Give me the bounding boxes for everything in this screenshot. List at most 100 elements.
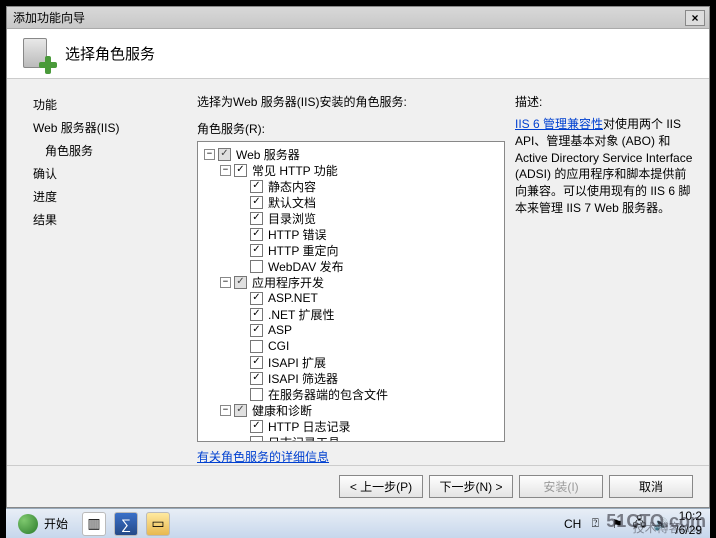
checkbox[interactable]: ✓: [250, 308, 263, 321]
expand-icon[interactable]: −: [220, 277, 231, 288]
checkbox[interactable]: ✓: [250, 324, 263, 337]
description-heading: 描述:: [515, 93, 693, 110]
checkbox[interactable]: ✓: [250, 292, 263, 305]
checkbox[interactable]: ✓: [234, 404, 247, 417]
tree-node[interactable]: ✓ 目录浏览: [198, 210, 504, 226]
checkbox[interactable]: ✓: [250, 228, 263, 241]
checkbox[interactable]: ✓: [234, 164, 247, 177]
tree-label: HTTP 重定向: [268, 242, 338, 259]
role-services-tree[interactable]: −✓Web 服务器−✓常见 HTTP 功能✓静态内容✓默认文档✓目录浏览✓HTT…: [197, 141, 505, 442]
ime-indicator[interactable]: CH: [564, 517, 581, 531]
checkbox[interactable]: [250, 388, 263, 401]
tree-node[interactable]: ✓ ASP.NET: [198, 290, 504, 306]
checkbox[interactable]: ✓: [250, 196, 263, 209]
window-title: 添加功能向导: [11, 9, 685, 26]
tree-label: 目录浏览: [268, 210, 316, 227]
tree-node[interactable]: ✓ 默认文档: [198, 194, 504, 210]
sidebar-item[interactable]: Web 服务器(IIS): [27, 116, 197, 139]
close-button[interactable]: ×: [685, 10, 705, 26]
tree-node[interactable]: CGI: [198, 338, 504, 354]
server-icon: [19, 36, 55, 72]
content-subtitle: 选择为Web 服务器(IIS)安装的角色服务:: [197, 93, 505, 110]
checkbox[interactable]: ✓: [250, 372, 263, 385]
checkbox[interactable]: ✓: [250, 356, 263, 369]
description-text: 对使用两个 IIS API、管理基本对象 (ABO) 和 Active Dire…: [515, 117, 692, 215]
expand-icon[interactable]: −: [220, 405, 231, 416]
tree-label: ISAPI 筛选器: [268, 370, 338, 387]
tree-node[interactable]: −✓ 健康和诊断: [198, 402, 504, 418]
start-button[interactable]: 开始: [8, 511, 78, 537]
expand-icon[interactable]: −: [220, 165, 231, 176]
main-pane: 选择为Web 服务器(IIS)安装的角色服务: 角色服务(R): −✓Web 服…: [197, 93, 505, 465]
tree-label: HTTP 错误: [268, 226, 326, 243]
checkbox[interactable]: [250, 260, 263, 273]
sidebar-item[interactable]: 进度: [27, 185, 197, 208]
tree-node[interactable]: ✓ HTTP 重定向: [198, 242, 504, 258]
tree-label: CGI: [268, 339, 289, 353]
wizard-header: 选择角色服务: [7, 29, 709, 79]
checkbox[interactable]: ✓: [250, 180, 263, 193]
tray-flag-icon[interactable]: ⚑: [609, 516, 625, 532]
next-button[interactable]: 下一步(N) >: [429, 475, 513, 498]
tree-node[interactable]: WebDAV 发布: [198, 258, 504, 274]
tree-label: ASP: [268, 323, 292, 337]
tree-label: .NET 扩展性: [268, 306, 334, 323]
taskbar-explorer-icon[interactable]: ▭: [146, 512, 170, 536]
tree-node[interactable]: ✓ HTTP 错误: [198, 226, 504, 242]
tree-node[interactable]: ✓ .NET 扩展性: [198, 306, 504, 322]
titlebar: 添加功能向导 ×: [7, 7, 709, 29]
description-body: IIS 6 管理兼容性对使用两个 IIS API、管理基本对象 (ABO) 和 …: [515, 116, 693, 217]
tree-label: HTTP 日志记录: [268, 418, 350, 435]
sidebar-item[interactable]: 功能: [27, 93, 197, 116]
more-info-link[interactable]: 有关角色服务的详细信息: [197, 448, 505, 465]
sidebar-item[interactable]: 结果: [27, 208, 197, 231]
wizard-window: 添加功能向导 × 选择角色服务 功能Web 服务器(IIS)角色服务确认进度结果…: [6, 6, 710, 508]
taskbar-server-icon[interactable]: ▥: [82, 512, 106, 536]
checkbox[interactable]: [250, 340, 263, 353]
wizard-body: 功能Web 服务器(IIS)角色服务确认进度结果 选择为Web 服务器(IIS)…: [7, 79, 709, 465]
tree-label: ISAPI 扩展: [268, 354, 326, 371]
prev-button[interactable]: < 上一步(P): [339, 475, 423, 498]
tree-label: 默认文档: [268, 194, 316, 211]
watermark-sub: 技术博客blog: [633, 519, 702, 536]
tree-label: 应用程序开发: [252, 274, 324, 291]
tree-node[interactable]: 日志记录工具: [198, 434, 504, 442]
sidebar-item[interactable]: 确认: [27, 162, 197, 185]
tree-label: ASP.NET: [268, 291, 318, 305]
tree-label: WebDAV 发布: [268, 258, 344, 275]
expand-icon[interactable]: −: [204, 149, 215, 160]
taskbar: 开始 ▥ ∑ ▭ CH ⍰ ⚑ 🖧 🔊 10:2 /6/29: [6, 508, 710, 538]
tray-help-icon[interactable]: ⍰: [587, 516, 603, 532]
tree-node[interactable]: −✓ 常见 HTTP 功能: [198, 162, 504, 178]
checkbox[interactable]: ✓: [218, 148, 231, 161]
tree-node[interactable]: ✓ ISAPI 筛选器: [198, 370, 504, 386]
wizard-footer: < 上一步(P) 下一步(N) > 安装(I) 取消: [7, 465, 709, 507]
taskbar-powershell-icon[interactable]: ∑: [114, 512, 138, 536]
tree-node[interactable]: 在服务器端的包含文件: [198, 386, 504, 402]
tree-label: 在服务器端的包含文件: [268, 386, 388, 403]
install-button: 安装(I): [519, 475, 603, 498]
tree-label: 静态内容: [268, 178, 316, 195]
tree-node[interactable]: −✓ 应用程序开发: [198, 274, 504, 290]
description-pane: 描述: IIS 6 管理兼容性对使用两个 IIS API、管理基本对象 (ABO…: [515, 93, 693, 465]
cancel-button[interactable]: 取消: [609, 475, 693, 498]
tree-node[interactable]: ✓ ISAPI 扩展: [198, 354, 504, 370]
tree-label: 健康和诊断: [252, 402, 312, 419]
tree-label: 常见 HTTP 功能: [252, 162, 338, 179]
tree-node[interactable]: −✓ Web 服务器: [198, 146, 504, 162]
tree-node[interactable]: ✓ ASP: [198, 322, 504, 338]
list-label: 角色服务(R):: [197, 120, 505, 137]
nav-sidebar: 功能Web 服务器(IIS)角色服务确认进度结果: [7, 79, 197, 465]
checkbox[interactable]: ✓: [250, 420, 263, 433]
checkbox[interactable]: ✓: [250, 244, 263, 257]
content-area: 选择为Web 服务器(IIS)安装的角色服务: 角色服务(R): −✓Web 服…: [197, 79, 709, 465]
checkbox[interactable]: ✓: [250, 212, 263, 225]
page-title: 选择角色服务: [65, 43, 155, 64]
checkbox[interactable]: ✓: [234, 276, 247, 289]
checkbox[interactable]: [250, 436, 263, 443]
sidebar-item[interactable]: 角色服务: [27, 139, 197, 162]
tree-label: Web 服务器: [236, 146, 300, 163]
tree-node[interactable]: ✓ 静态内容: [198, 178, 504, 194]
description-link[interactable]: IIS 6 管理兼容性: [515, 117, 603, 131]
tree-node[interactable]: ✓ HTTP 日志记录: [198, 418, 504, 434]
